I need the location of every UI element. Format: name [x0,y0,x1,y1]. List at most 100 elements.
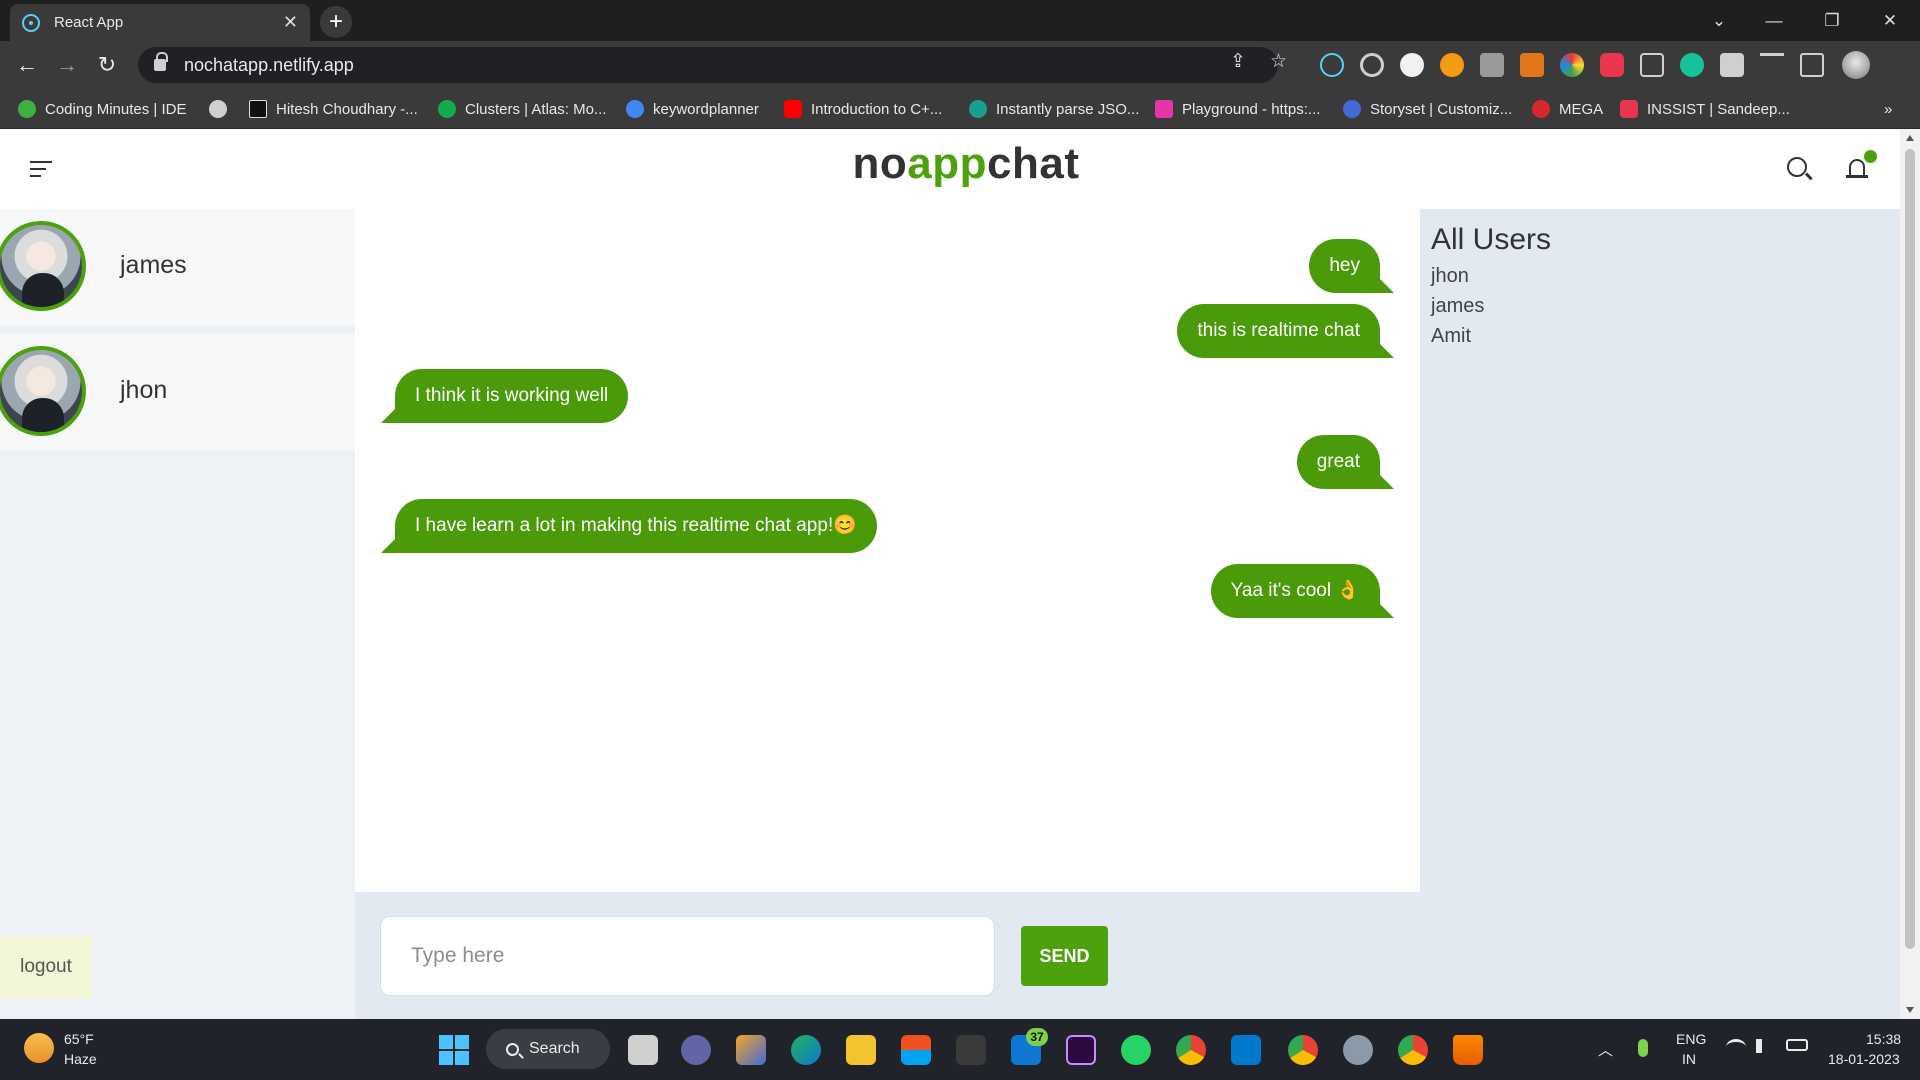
lock-icon[interactable] [154,52,168,71]
bookmark-star-icon[interactable]: ☆ [1270,50,1287,73]
weather-temperature: 65°F [64,1031,94,1047]
microsoft-store-icon[interactable] [901,1035,931,1065]
extensions-puzzle-icon[interactable] [1720,53,1744,77]
chrome-profile-icon[interactable] [1288,1035,1318,1065]
youtube-icon [784,100,802,118]
vlc-icon[interactable] [1453,1035,1483,1065]
extension-target-icon[interactable] [1360,53,1384,77]
chat-messages-area: hey this is realtime chat I think it is … [355,209,1420,892]
bookmarks-bar: Coding Minutes | IDE Hitesh Choudhary -.… [0,89,1920,129]
weather-description: Haze [64,1051,97,1067]
extension-circle-icon[interactable] [1400,53,1424,77]
microphone-icon[interactable] [1638,1039,1648,1057]
bookmark-item[interactable]: Storyset | Customiz... [1343,89,1512,129]
scroll-up-icon[interactable] [1906,135,1914,141]
metamask-extension-icon[interactable] [1520,53,1544,77]
bookmark-item[interactable]: Coding Minutes | IDE [18,89,186,129]
chrome-alt-profile-icon[interactable] [1398,1035,1428,1065]
logout-button[interactable]: logout [0,936,92,998]
battery-icon[interactable] [1786,1039,1808,1051]
wifi-icon[interactable] [1726,1039,1746,1055]
scrollbar-thumb[interactable] [1905,149,1915,949]
language-indicator[interactable]: ENG [1676,1031,1706,1047]
browser-tab[interactable]: React App ✕ [10,4,310,41]
tab-close-icon[interactable]: ✕ [283,12,298,33]
weather-haze-icon[interactable] [24,1033,54,1063]
edge-browser-icon[interactable] [791,1035,821,1065]
extension-color-picker-icon[interactable] [1560,53,1584,77]
notification-dot [1864,150,1877,163]
new-tab-button[interactable]: + [320,6,352,38]
outgoing-message: hey [1309,239,1394,293]
windows-start-icon[interactable] [439,1035,469,1065]
reading-list-icon[interactable] [1760,53,1784,77]
send-button[interactable]: SEND [1021,926,1108,986]
side-panel-icon[interactable] [1800,53,1824,77]
extension-font-icon[interactable] [1640,53,1664,77]
grammarly-extension-icon[interactable] [1680,53,1704,77]
extension-moon-icon[interactable] [1440,53,1464,77]
url-bar[interactable]: nochatapp.netlify.app [138,47,1278,83]
bookmark-item[interactable]: INSSIST | Sandeep... [1620,89,1790,129]
mega-icon [1532,100,1550,118]
forward-button[interactable]: → [50,48,84,82]
teams-chat-icon[interactable] [681,1035,711,1065]
message-composer: SEND [355,892,1420,1019]
chrome-icon[interactable] [1176,1035,1206,1065]
file-explorer-icon[interactable] [846,1035,876,1065]
outgoing-message: this is realtime chat [1177,304,1394,358]
user-list-item[interactable]: Amit [1431,325,1471,348]
mongodb-leaf-icon [438,100,456,118]
quicktype-icon [969,100,987,118]
bookmark-item[interactable]: Clusters | Atlas: Mo... [438,89,606,129]
region-indicator[interactable]: IN [1682,1051,1696,1067]
bookmark-item[interactable]: MEGA [1532,89,1603,129]
taskbar-search-button[interactable]: Search [486,1029,610,1069]
bookmark-item[interactable]: keywordplanner [626,89,759,129]
back-button[interactable]: ← [10,48,44,82]
restore-button[interactable]: ❐ [1803,4,1861,38]
search-icon [506,1042,519,1056]
tray-overflow-icon[interactable]: ︿ [1598,1039,1613,1060]
premiere-pro-icon[interactable] [1066,1035,1096,1065]
reload-button[interactable]: ↻ [90,48,124,82]
scroll-down-icon[interactable] [1906,1007,1914,1013]
incoming-message: I think it is working well [380,369,629,423]
page-scrollbar[interactable] [1900,129,1920,1019]
avatar [0,221,86,311]
profile-avatar[interactable] [1842,51,1870,79]
whatsapp-icon[interactable] [1121,1035,1151,1065]
minimize-button[interactable]: — [1745,4,1803,38]
message-input[interactable] [380,916,995,996]
bookmark-item[interactable]: Introduction to C+... [784,89,942,129]
predator-sense-icon[interactable] [956,1035,986,1065]
contact-item[interactable]: jhon [0,334,355,450]
widgets-icon[interactable] [736,1035,766,1065]
outgoing-message: great [1296,435,1395,489]
search-icon[interactable] [1787,157,1807,177]
bookmarks-overflow-button[interactable]: » [1884,89,1892,129]
taskbar-date[interactable]: 18-01-2023 [1828,1051,1900,1067]
extension-r-icon[interactable] [1480,53,1504,77]
taskbar-time[interactable]: 15:38 [1866,1031,1901,1047]
notification-bell-icon[interactable] [1846,150,1877,181]
bookmark-item[interactable] [209,89,236,129]
share-icon[interactable]: ⇪ [1230,50,1246,73]
react-devtools-extension-icon[interactable] [1320,53,1344,77]
extension-plus-icon[interactable] [1600,53,1624,77]
task-view-icon[interactable] [628,1035,658,1065]
tab-search-dropdown-icon[interactable]: ⌄ [1690,4,1748,38]
bookmark-item[interactable]: Playground - https:... [1155,89,1320,129]
volume-icon[interactable] [1756,1039,1770,1053]
close-window-button[interactable]: ✕ [1861,4,1919,38]
storyset-icon [1343,100,1361,118]
settings-gear-icon[interactable] [1343,1035,1373,1065]
all-users-title: All Users [1431,223,1552,256]
taskbar-search-label: Search [529,1040,580,1057]
user-list-item[interactable]: james [1431,295,1484,318]
contact-item[interactable]: james [0,209,355,325]
user-list-item[interactable]: jhon [1431,265,1469,288]
bookmark-item[interactable]: Hitesh Choudhary -... [249,89,418,129]
bookmark-item[interactable]: Instantly parse JSO... [969,89,1139,129]
vscode-icon[interactable] [1231,1035,1261,1065]
